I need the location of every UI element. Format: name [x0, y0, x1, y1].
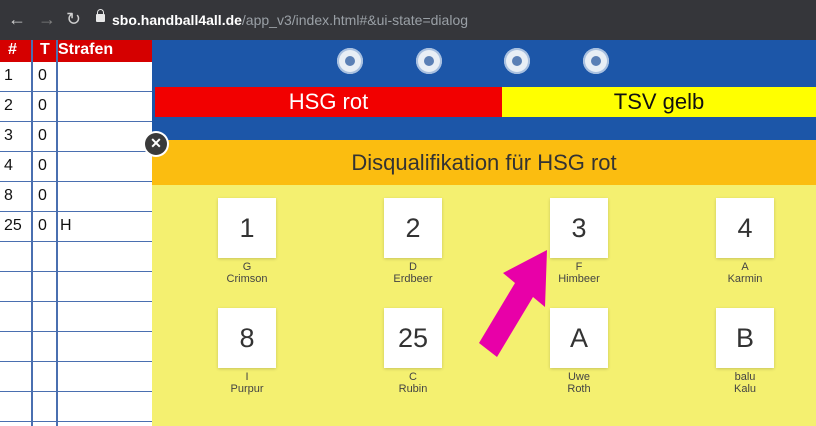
team-home[interactable]: HSG rot — [155, 87, 502, 117]
player-number: 8 — [218, 308, 276, 368]
player-name: balu Kalu — [682, 371, 808, 395]
player-button[interactable]: 4 A Karmin — [682, 198, 802, 298]
cell-t: 0 — [38, 97, 47, 114]
player-last-name: Himbeer — [558, 273, 600, 285]
player-first-name: D — [409, 261, 417, 273]
player-number: A — [550, 308, 608, 368]
table-row[interactable] — [0, 332, 152, 362]
header-t: T — [40, 41, 50, 58]
player-first-name: F — [575, 261, 583, 273]
table-row[interactable] — [0, 392, 152, 422]
dialog-title: Disqualifikation für HSG rot — [152, 140, 816, 185]
cell-t: 0 — [38, 127, 47, 144]
player-first-name: C — [409, 371, 417, 383]
player-number: 4 — [716, 198, 774, 258]
table-row[interactable]: 40 — [0, 152, 152, 182]
player-name: D Erdbeer — [350, 261, 476, 285]
forward-icon[interactable]: → — [38, 8, 56, 30]
player-last-name: Karmin — [727, 273, 763, 285]
player-last-name: Purpur — [230, 383, 264, 395]
player-name: Uwe Roth — [516, 371, 642, 395]
cell-num: 2 — [4, 97, 13, 114]
player-last-name: Kalu — [733, 383, 757, 395]
browser-toolbar: ← → ↻ sbo.handball4all.de/app_v3/index.h… — [0, 0, 816, 40]
player-last-name: Rubin — [398, 383, 428, 395]
player-name: C Rubin — [350, 371, 476, 395]
player-number: B — [716, 308, 774, 368]
player-penalty-table: # T Strafen 1 0 2 0 3 0 4 0 8 0 25 0 H — [0, 40, 152, 426]
cell-t: 0 — [38, 217, 47, 234]
player-name: F Himbeer — [516, 261, 642, 285]
player-button[interactable]: 8 I Purpur — [184, 308, 304, 408]
player-number: 25 — [384, 308, 442, 368]
table-row[interactable]: 25 0 H — [0, 212, 152, 242]
cell-num: 1 — [4, 67, 13, 84]
player-number: 2 — [384, 198, 442, 258]
player-button[interactable]: 3 F Himbeer — [516, 198, 636, 298]
player-last-name: Crimson — [226, 273, 268, 285]
back-icon[interactable]: ← — [8, 8, 26, 30]
cell-t: 0 — [38, 157, 47, 174]
player-name: I Purpur — [184, 371, 310, 395]
player-button[interactable]: 25 C Rubin — [350, 308, 470, 408]
player-first-name: Uwe — [567, 371, 590, 383]
player-first-name: A — [741, 261, 749, 273]
header-strafen: Strafen — [58, 41, 114, 58]
cell-strafen: H — [60, 217, 72, 234]
player-first-name: I — [245, 371, 249, 383]
url-host: sbo.handball4all.de — [112, 12, 242, 28]
team-away[interactable]: TSV gelb — [502, 87, 816, 117]
reload-icon[interactable]: ↻ — [66, 8, 81, 30]
player-number: 1 — [218, 198, 276, 258]
table-body: 1 0 2 0 3 0 4 0 8 0 25 0 H — [0, 62, 152, 422]
table-row[interactable] — [0, 362, 152, 392]
table-row[interactable]: 30 — [0, 122, 152, 152]
player-button[interactable]: A Uwe Roth — [516, 308, 636, 408]
table-header: # T Strafen — [0, 40, 152, 62]
player-name: G Crimson — [184, 261, 310, 285]
player-last-name: Erdbeer — [393, 273, 433, 285]
header-number: # — [8, 41, 17, 58]
player-button[interactable]: 2 D Erdbeer — [350, 198, 470, 298]
table-row[interactable]: 20 — [0, 92, 152, 122]
close-icon[interactable]: ✕ — [145, 133, 167, 155]
table-row[interactable] — [0, 302, 152, 332]
disqualification-dialog: Disqualifikation für HSG rot 1 G Crimson 2 D… — [152, 140, 816, 426]
table-row[interactable]: 80 — [0, 182, 152, 212]
player-name: A Karmin — [682, 261, 808, 285]
table-row[interactable] — [0, 242, 152, 272]
cell-num: 8 — [4, 187, 13, 204]
cell-num: 25 — [4, 217, 22, 234]
cell-t: 0 — [38, 187, 47, 204]
table-row[interactable]: 10 — [0, 62, 152, 92]
cell-num: 4 — [4, 157, 13, 174]
player-button[interactable]: 1 G Crimson — [184, 198, 304, 298]
main-panel: HSG rot TSV gelb Disqualifikation für HS… — [145, 40, 816, 426]
player-number: 3 — [550, 198, 608, 258]
cell-t: 0 — [38, 67, 47, 84]
grid-menu-icon[interactable] — [337, 48, 363, 74]
player-first-name: balu — [734, 371, 756, 383]
address-bar[interactable]: sbo.handball4all.de/app_v3/index.html#&u… — [112, 10, 468, 30]
list-menu-icon[interactable] — [504, 48, 530, 74]
lock-icon — [96, 9, 105, 22]
url-path: /app_v3/index.html#&ui-state=dialog — [241, 12, 469, 28]
player-first-name: G — [242, 261, 252, 273]
cell-num: 3 — [4, 127, 13, 144]
edit-icon[interactable] — [416, 48, 442, 74]
table-row[interactable] — [0, 272, 152, 302]
player-button[interactable]: Bbalu Kalu — [682, 308, 802, 408]
settings-icon[interactable] — [583, 48, 609, 74]
player-last-name: Roth — [567, 383, 591, 395]
